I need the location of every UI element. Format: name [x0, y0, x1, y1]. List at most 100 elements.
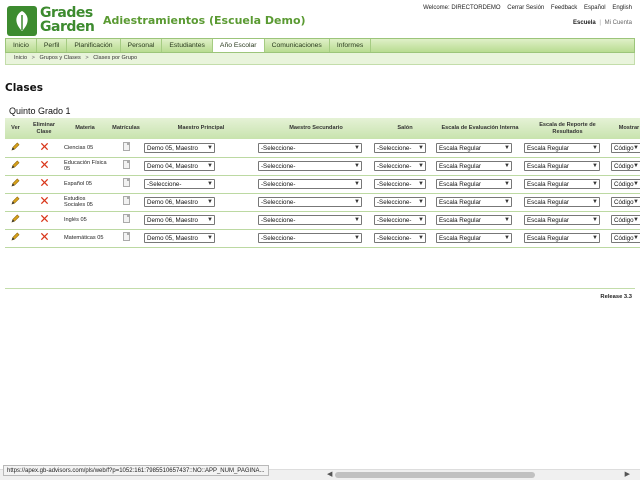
col-header-escala-reporte[interactable]: Escala de Reporte de Resultados	[524, 118, 611, 139]
mostrar-select[interactable]: Código ▼	[611, 161, 640, 171]
chevron-down-icon: ▼	[354, 181, 360, 187]
maestro-secundario-select[interactable]: -Seleccione- ▼	[258, 179, 362, 189]
escala-reporte-select[interactable]: Escala Regular ▼	[524, 142, 600, 153]
salon-select[interactable]: -Seleccione- ▼	[374, 142, 426, 153]
escala-evaluacion-select[interactable]: Escala Regular ▼	[436, 215, 512, 225]
subject-cell: Inglés 05	[62, 211, 108, 230]
maestro-principal-cell: -Seleccione- ▼	[144, 175, 258, 194]
salon-cell: -Seleccione- ▼	[374, 157, 436, 176]
pencil-edit-icon[interactable]	[11, 214, 20, 223]
pencil-edit-icon[interactable]	[11, 232, 20, 241]
delete-x-icon[interactable]	[40, 178, 49, 187]
breadcrumb-separator: >	[85, 55, 89, 61]
escala-evaluacion-select[interactable]: Escala Regular ▼	[436, 142, 512, 153]
mostrar-select[interactable]: Código ▼	[611, 215, 640, 225]
delete-cell	[26, 211, 62, 230]
welcome-text: Welcome: DIRECTORDEMO	[423, 5, 501, 11]
tab-ano-escolar[interactable]: Año Escolar	[212, 39, 265, 52]
pencil-edit-icon[interactable]	[11, 160, 20, 169]
document-icon[interactable]	[122, 196, 130, 206]
col-header-mostrar[interactable]: Mostrar en Inf.	[611, 118, 640, 139]
chevron-down-icon: ▼	[633, 144, 639, 151]
delete-x-icon[interactable]	[40, 196, 49, 205]
tab-personal[interactable]: Personal	[121, 39, 163, 52]
tab-informes[interactable]: Informes	[330, 39, 372, 52]
scrollbar-thumb[interactable]	[335, 472, 535, 478]
escala-reporte-select[interactable]: Escala Regular ▼	[524, 179, 600, 189]
pencil-edit-icon[interactable]	[11, 196, 20, 205]
escala-evaluacion-select[interactable]: Escala Regular ▼	[436, 161, 512, 171]
tab-estudiantes[interactable]: Estudiantes	[162, 39, 213, 52]
mostrar-select[interactable]: Código ▼	[611, 142, 640, 153]
salon-select[interactable]: -Seleccione- ▼	[374, 197, 426, 207]
col-header-escala-evaluacion[interactable]: Escala de Evaluación Interna	[436, 118, 524, 139]
escala-evaluacion-cell: Escala Regular ▼	[436, 157, 524, 176]
col-header-maestro-principal[interactable]: Maestro Principal	[144, 118, 258, 139]
maestro-secundario-select-value: -Seleccione-	[261, 163, 296, 170]
delete-x-icon[interactable]	[40, 160, 49, 169]
tab-inicio[interactable]: Inicio	[6, 39, 37, 52]
escala-evaluacion-select[interactable]: Escala Regular ▼	[436, 233, 512, 243]
scroll-left-icon[interactable]: ◀	[327, 470, 332, 478]
col-header-eliminar[interactable]: Eliminar Clase	[26, 118, 62, 139]
tab-perfil[interactable]: Perfil	[37, 39, 68, 52]
document-icon[interactable]	[122, 214, 130, 224]
tab-comunicaciones[interactable]: Comunicaciones	[265, 39, 330, 52]
scroll-right-icon[interactable]: ▶	[625, 470, 630, 478]
document-icon[interactable]	[122, 160, 130, 170]
maestro-secundario-select[interactable]: -Seleccione- ▼	[258, 215, 362, 225]
maestro-principal-select-value: Demo 05, Maestro	[147, 144, 198, 152]
escala-evaluacion-select[interactable]: Escala Regular ▼	[436, 179, 512, 189]
col-header-matriculas[interactable]: Matrículas	[108, 118, 144, 139]
tab-planificacion[interactable]: Planificación	[67, 39, 121, 52]
delete-x-icon[interactable]	[40, 214, 49, 223]
document-icon[interactable]	[122, 232, 130, 242]
salon-select[interactable]: -Seleccione- ▼	[374, 233, 426, 243]
escala-reporte-select[interactable]: Escala Regular ▼	[524, 161, 600, 171]
col-header-maestro-secundario[interactable]: Maestro Secundario	[258, 118, 374, 139]
salon-select[interactable]: -Seleccione- ▼	[374, 161, 426, 171]
feedback-link[interactable]: Feedback	[551, 5, 577, 11]
escala-evaluacion-select[interactable]: Escala Regular ▼	[436, 197, 512, 207]
maestro-secundario-select-value: -Seleccione-	[261, 235, 296, 242]
pencil-edit-icon[interactable]	[11, 178, 20, 187]
escala-reporte-select[interactable]: Escala Regular ▼	[524, 197, 600, 207]
col-header-materia[interactable]: Materia	[62, 118, 108, 139]
mostrar-select-value: Código	[614, 163, 634, 170]
maestro-principal-select[interactable]: Demo 04, Maestro ▼	[144, 161, 215, 171]
maestro-principal-select[interactable]: Demo 06, Maestro ▼	[144, 197, 215, 207]
my-account-link[interactable]: Mi Cuenta	[605, 20, 632, 26]
document-icon[interactable]	[122, 142, 130, 151]
delete-x-icon[interactable]	[40, 142, 49, 151]
maestro-secundario-select[interactable]: -Seleccione- ▼	[258, 142, 362, 153]
language-english-link[interactable]: English	[612, 5, 632, 11]
maestro-secundario-select[interactable]: -Seleccione- ▼	[258, 197, 362, 207]
col-header-ver[interactable]: Ver	[5, 118, 26, 139]
mostrar-select[interactable]: Código ▼	[611, 197, 640, 207]
escala-reporte-select[interactable]: Escala Regular ▼	[524, 215, 600, 225]
maestro-secundario-select[interactable]: -Seleccione- ▼	[258, 161, 362, 171]
breadcrumb-grupos[interactable]: Grupos y Clases	[39, 55, 80, 61]
mostrar-select[interactable]: Código ▼	[611, 233, 640, 243]
delete-x-icon[interactable]	[40, 232, 49, 241]
logout-link[interactable]: Cerrar Sesión	[507, 5, 544, 11]
pencil-edit-icon[interactable]	[11, 142, 20, 151]
language-spanish-link[interactable]: Español	[584, 5, 606, 11]
salon-cell: -Seleccione- ▼	[374, 139, 436, 158]
escala-evaluacion-cell: Escala Regular ▼	[436, 229, 524, 248]
col-header-salon[interactable]: Salón	[374, 118, 436, 139]
school-link[interactable]: Escuela	[573, 20, 596, 26]
maestro-principal-select[interactable]: Demo 06, Maestro ▼	[144, 215, 215, 225]
escala-reporte-select[interactable]: Escala Regular ▼	[524, 233, 600, 243]
maestro-secundario-select[interactable]: -Seleccione- ▼	[258, 233, 362, 243]
maestro-principal-select[interactable]: -Seleccione- ▼	[144, 179, 215, 189]
salon-select[interactable]: -Seleccione- ▼	[374, 215, 426, 225]
maestro-principal-select[interactable]: Demo 05, Maestro ▼	[144, 142, 215, 153]
mostrar-select[interactable]: Código ▼	[611, 179, 640, 189]
breadcrumb-inicio[interactable]: Inicio	[14, 55, 27, 61]
document-icon[interactable]	[122, 178, 130, 188]
grades-garden-logo[interactable]: Grades Garden	[7, 6, 95, 36]
chevron-down-icon: ▼	[592, 217, 598, 223]
maestro-principal-select[interactable]: Demo 05, Maestro ▼	[144, 233, 215, 243]
salon-select[interactable]: -Seleccione- ▼	[374, 179, 426, 189]
